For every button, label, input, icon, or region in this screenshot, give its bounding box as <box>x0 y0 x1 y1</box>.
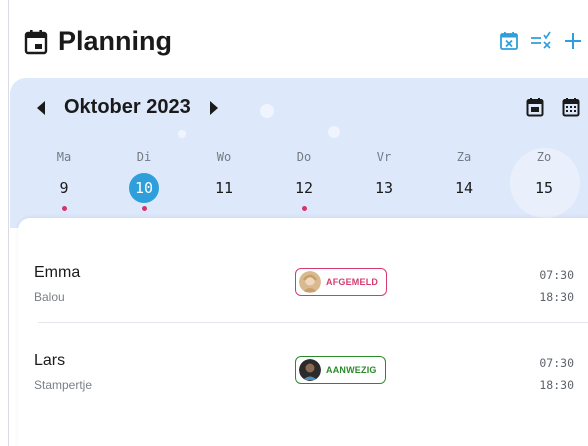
month-navigation: Oktober 2023 <box>32 96 223 119</box>
day-view-icon[interactable] <box>524 96 546 118</box>
day-name: Za <box>456 150 472 164</box>
day-name: Di <box>136 150 152 164</box>
decor-bubble <box>260 104 274 118</box>
view-switcher <box>524 96 582 118</box>
month-label: Oktober 2023 <box>64 96 191 118</box>
group-name: Balou <box>34 290 65 304</box>
day-number: 15 <box>534 179 554 197</box>
child-name: Emma <box>34 264 81 281</box>
end-time: 18:30 <box>539 378 574 392</box>
start-time: 07:30 <box>539 268 574 282</box>
day-number: 12 <box>294 179 314 197</box>
day-name: Vr <box>376 150 392 164</box>
day-number: 14 <box>454 179 474 197</box>
status-label: AFGEMELD <box>326 277 379 287</box>
header: Planning <box>0 0 588 80</box>
caret-left-icon[interactable] <box>32 97 50 119</box>
child-name: Lars <box>34 352 66 369</box>
end-time: 18:30 <box>539 290 574 304</box>
day-number: 11 <box>214 179 234 197</box>
caret-right-icon[interactable] <box>205 97 223 119</box>
day-name: Wo <box>216 150 232 164</box>
avatar <box>299 271 321 293</box>
event-dot <box>301 206 307 211</box>
day-cell-wo[interactable]: Wo 11 <box>184 150 264 216</box>
day-cell-za[interactable]: Za 14 <box>424 150 504 216</box>
divider <box>38 322 588 323</box>
month-view-icon[interactable] <box>560 96 582 118</box>
time-range: 07:30 18:30 <box>539 264 574 308</box>
event-dot <box>141 206 147 211</box>
day-number: 13 <box>374 179 394 197</box>
calendar-icon <box>24 27 50 57</box>
header-actions <box>498 30 584 52</box>
week-strip: Ma 9 Di 10 Wo 11 Do 12 Vr 13 Za 14 Zo 15 <box>24 150 584 216</box>
list-item[interactable]: Emma Balou AFGEMELD 07:30 18:30 <box>18 260 588 330</box>
day-cell-zo[interactable]: Zo 15 <box>504 150 584 216</box>
day-name: Do <box>296 150 312 164</box>
time-range: 07:30 18:30 <box>539 352 574 396</box>
day-cell-ma[interactable]: Ma 9 <box>24 150 104 216</box>
plus-icon[interactable] <box>562 30 584 52</box>
event-dot <box>61 206 67 211</box>
decor-bubble <box>328 126 340 138</box>
status-badge[interactable]: AFGEMELD <box>295 268 388 296</box>
status-badge[interactable]: AANWEZIG <box>295 356 386 384</box>
status-label: AANWEZIG <box>326 365 377 375</box>
day-cell-di[interactable]: Di 10 <box>104 150 184 216</box>
filter-clear-icon[interactable] <box>530 30 552 52</box>
day-name: Ma <box>56 150 72 164</box>
page-title: Planning <box>58 26 172 56</box>
attendance-list: Emma Balou AFGEMELD 07:30 18:30 Lars Sta… <box>18 218 588 446</box>
day-number: 9 <box>59 179 69 197</box>
day-number-selected: 10 <box>129 173 159 203</box>
calendar-cancel-icon[interactable] <box>498 30 520 52</box>
day-cell-do[interactable]: Do 12 <box>264 150 344 216</box>
group-name: Stampertje <box>34 378 93 392</box>
decor-bubble <box>178 130 186 138</box>
calendar-panel: Oktober 2023 Ma 9 Di 10 Wo 11 Do 12 Vr 1… <box>10 78 588 228</box>
day-name: Zo <box>536 150 552 164</box>
list-item[interactable]: Lars Stampertje AANWEZIG 07:30 18:30 <box>18 348 588 418</box>
avatar <box>299 359 321 381</box>
page-title-group: Planning <box>24 26 172 57</box>
day-cell-vr[interactable]: Vr 13 <box>344 150 424 216</box>
start-time: 07:30 <box>539 356 574 370</box>
